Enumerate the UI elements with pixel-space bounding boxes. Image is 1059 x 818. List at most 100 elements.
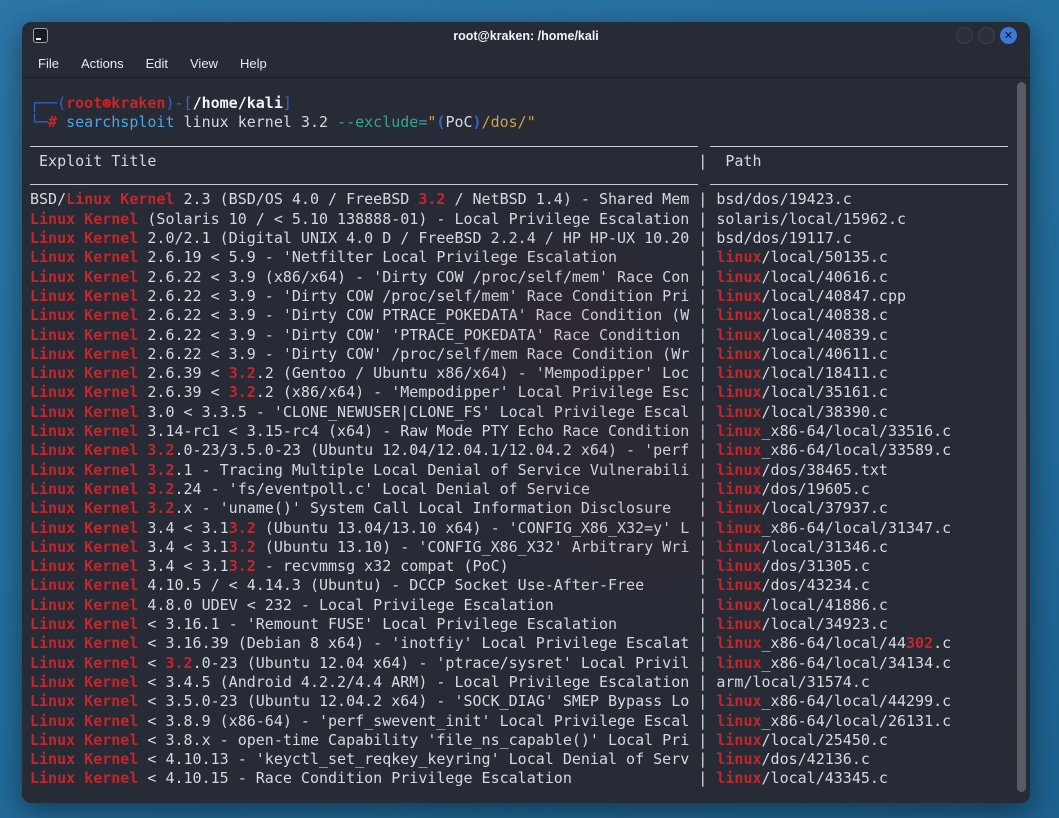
highlighted-term: Linux Kernel bbox=[30, 480, 138, 498]
exploit-title-text: .2 (Gentoo / Ubuntu x86/x64) - 'Mempodip… bbox=[256, 364, 689, 382]
highlighted-term: 3.2 bbox=[229, 519, 256, 537]
exploit-path-text: /dos/42136.c bbox=[762, 750, 870, 768]
exploit-title-text: .2 (x86/x64) - 'Mempodipper' Local Privi… bbox=[256, 383, 689, 401]
menu-help[interactable]: Help bbox=[240, 56, 267, 71]
table-separator-top bbox=[30, 133, 1030, 152]
highlighted-term: linux bbox=[716, 441, 761, 459]
exploit-title-text: 3.4 < 3.1 bbox=[138, 538, 228, 556]
command-name: searchsploit bbox=[57, 113, 174, 131]
exploit-title-text: < 3.4.5 (Android 4.2.2/4.4 ARM) - Local … bbox=[138, 673, 689, 691]
exploit-path-text: /local/38390.c bbox=[762, 403, 888, 421]
terminal-content[interactable]: ┌──(root⊛kraken)-[/home/kali] └─# search… bbox=[22, 78, 1030, 803]
table-separator-bottom bbox=[30, 171, 1030, 190]
scrollbar-track[interactable] bbox=[1017, 80, 1026, 797]
table-row: Linux Kernel 3.14-rc1 < 3.15-rc4 (x64) -… bbox=[30, 422, 1030, 441]
exploit-path-text: _x86-64/local/44 bbox=[762, 634, 907, 652]
highlighted-term: linux bbox=[716, 422, 761, 440]
highlighted-term: linux bbox=[716, 383, 761, 401]
column-separator: | bbox=[572, 769, 717, 787]
close-button[interactable]: ✕ bbox=[1000, 27, 1017, 44]
exploit-path-text: /dos/19605.c bbox=[762, 480, 870, 498]
table-row: Linux Kernel 3.2.24 - 'fs/eventpoll.c' L… bbox=[30, 480, 1030, 499]
column-separator: | bbox=[554, 596, 717, 614]
highlighted-term: linux bbox=[716, 326, 761, 344]
exploit-path-text: _x86-64/local/31347.c bbox=[762, 519, 952, 537]
highlighted-term: linux bbox=[716, 519, 761, 537]
titlebar[interactable]: root@kraken: /home/kali ✕ bbox=[22, 22, 1030, 50]
window-title: root@kraken: /home/kali bbox=[22, 29, 1030, 43]
exploit-title-text: 4.10.5 / < 4.14.3 (Ubuntu) - DCCP Socket… bbox=[138, 576, 644, 594]
table-row: Linux Kernel 3.2.0-23/3.5.0-23 (Ubuntu 1… bbox=[30, 441, 1030, 460]
scrollbar-thumb[interactable] bbox=[1017, 82, 1026, 792]
exploit-title-text: 2.6.22 < 3.9 - 'Dirty COW /proc/self/mem… bbox=[138, 287, 689, 305]
command-arguments: linux kernel 3.2 bbox=[175, 113, 338, 131]
exploit-path-text: _x86-64/local/33516.c bbox=[762, 422, 952, 440]
prompt-frame-close: ] bbox=[283, 94, 292, 112]
column-separator: | bbox=[689, 750, 716, 768]
prompt-frame-mid: )-[ bbox=[165, 94, 192, 112]
highlighted-term: linux bbox=[716, 306, 761, 324]
highlighted-term: Linux Kernel bbox=[30, 229, 138, 247]
exploit-title-text: / NetBSD 1.4) - Shared Mem bbox=[445, 190, 689, 208]
menu-edit[interactable]: Edit bbox=[146, 56, 168, 71]
exploit-path-text: /local/37937.c bbox=[762, 499, 888, 517]
table-row: Linux Kernel < 3.4.5 (Android 4.2.2/4.4 … bbox=[30, 673, 1030, 692]
column-separator: | bbox=[590, 480, 716, 498]
maximize-button[interactable] bbox=[978, 27, 995, 44]
highlighted-term: Linux Kernel bbox=[30, 345, 138, 363]
highlighted-term: 302 bbox=[906, 634, 933, 652]
exploit-path-text: /local/50135.c bbox=[762, 248, 888, 266]
highlighted-term: Linux Kernel bbox=[30, 538, 138, 556]
exploit-title-text: 2.6.39 < bbox=[138, 383, 228, 401]
table-row: Linux Kernel 3.4 < 3.13.2 - recvmmsg x32… bbox=[30, 557, 1030, 576]
column-separator: | bbox=[617, 615, 716, 633]
table-row: Linux Kernel 3.4 < 3.13.2 (Ubuntu 13.10)… bbox=[30, 538, 1030, 557]
column-separator: | bbox=[689, 731, 716, 749]
exploit-title-text: < 3.5.0-23 (Ubuntu 12.04.2 x64) - 'SOCK_… bbox=[138, 692, 689, 710]
table-row: Linux Kernel 2.6.22 < 3.9 - 'Dirty COW P… bbox=[30, 306, 1030, 325]
highlighted-term: linux bbox=[716, 692, 761, 710]
highlighted-term: Linux Kernel bbox=[30, 499, 138, 517]
highlighted-term: linux bbox=[716, 769, 761, 787]
exploit-path-text: arm/local/31574.c bbox=[716, 673, 870, 691]
highlighted-term: linux bbox=[716, 287, 761, 305]
highlighted-term: 3.2 bbox=[147, 499, 174, 517]
highlighted-term: linux bbox=[716, 461, 761, 479]
column-separator: | bbox=[689, 441, 716, 459]
highlighted-term: Linux Kernel bbox=[30, 383, 138, 401]
prompt-frame-open: ┌──( bbox=[30, 94, 66, 112]
exploit-path-text: /local/41886.c bbox=[762, 596, 888, 614]
table-row: Linux Kernel 2.6.22 < 3.9 - 'Dirty COW /… bbox=[30, 287, 1030, 306]
exploit-title-text: < 3.16.39 (Debian 8 x64) - 'inotfiy' Loc… bbox=[138, 634, 689, 652]
highlighted-term: Linux Kernel bbox=[30, 306, 138, 324]
highlighted-term: 3.2 bbox=[147, 480, 174, 498]
prompt-host: kraken bbox=[111, 94, 165, 112]
highlighted-term: Linux Kernel bbox=[30, 654, 138, 672]
exploit-title-text: (Solaris 10 / < 5.10 138888-01) - Local … bbox=[138, 210, 689, 228]
table-row: Linux Kernel < 4.10.13 - 'keyctl_set_req… bbox=[30, 750, 1030, 769]
exploit-path-text: /dos/43234.c bbox=[762, 576, 870, 594]
table-row: Linux Kernel < 3.16.39 (Debian 8 x64) - … bbox=[30, 634, 1030, 653]
exploit-title-text: 2.6.22 < 3.9 - 'Dirty COW' /proc/self/me… bbox=[138, 345, 689, 363]
exploit-title-text: (Ubuntu 13.04/13.10 x64) - 'CONFIG_X86_X… bbox=[256, 519, 689, 537]
exploit-title-text: < bbox=[138, 654, 165, 672]
highlighted-term: 3.2 bbox=[147, 461, 174, 479]
menu-view[interactable]: View bbox=[190, 56, 218, 71]
table-row: Linux Kernel < 3.2.0-23 (Ubuntu 12.04 x6… bbox=[30, 654, 1030, 673]
highlighted-term: 3.2 bbox=[229, 364, 256, 382]
menu-file[interactable]: File bbox=[38, 56, 59, 71]
highlighted-term: linux bbox=[716, 731, 761, 749]
column-separator: | bbox=[617, 248, 716, 266]
highlighted-term: 3.2 bbox=[229, 557, 256, 575]
column-separator: | bbox=[689, 712, 716, 730]
highlighted-term: linux bbox=[716, 654, 761, 672]
highlighted-term: Linux Kernel bbox=[30, 461, 138, 479]
exploit-path-text: _x86-64/local/44299.c bbox=[762, 692, 952, 710]
exploit-title-text: .x - 'uname()' System Call Local Informa… bbox=[175, 499, 672, 517]
highlighted-term: linux bbox=[716, 480, 761, 498]
menu-actions[interactable]: Actions bbox=[81, 56, 124, 71]
highlighted-term: linux bbox=[716, 615, 761, 633]
exploit-title-text: 2.0/2.1 (Digital UNIX 4.0 D / FreeBSD 2.… bbox=[138, 229, 689, 247]
minimize-button[interactable] bbox=[956, 27, 973, 44]
column-separator: | bbox=[689, 210, 716, 228]
